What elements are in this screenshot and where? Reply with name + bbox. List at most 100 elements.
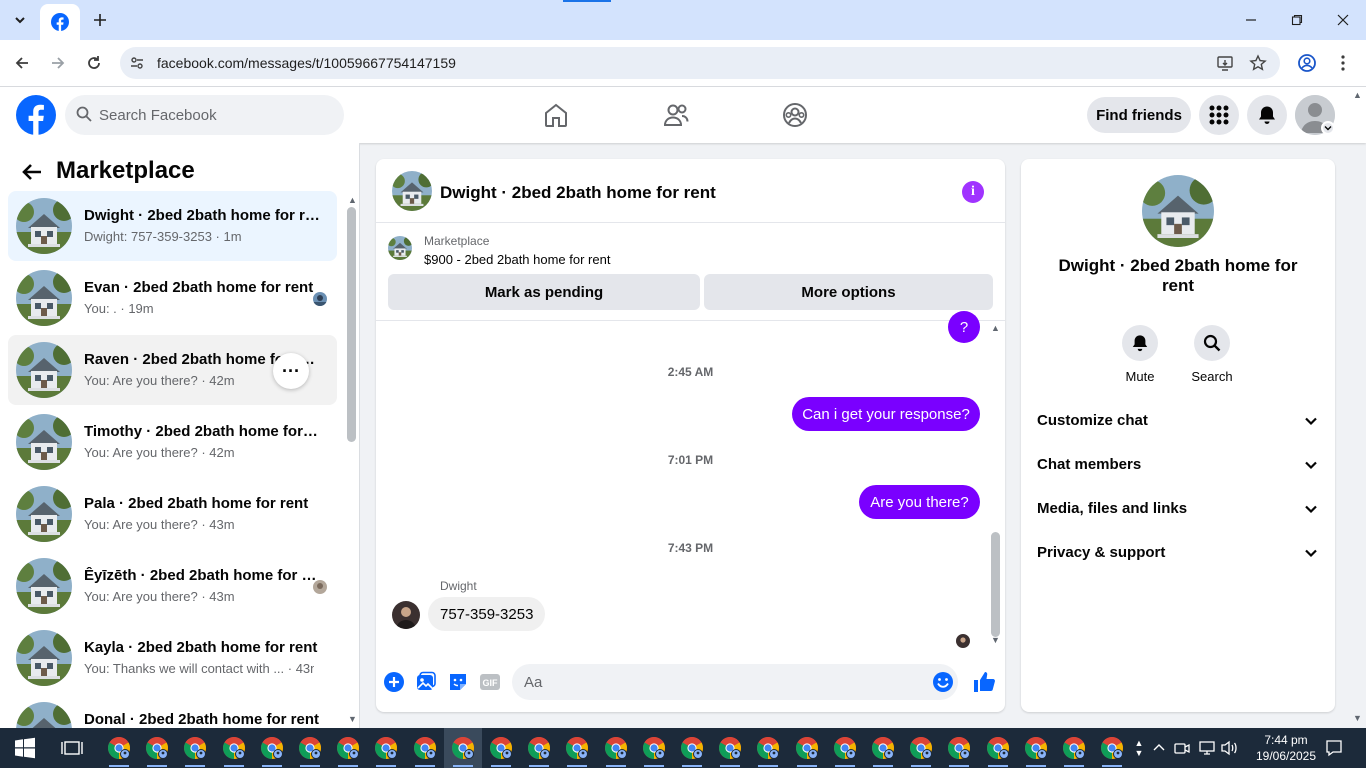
photo-icon[interactable] [415,671,437,693]
message-scrollbar[interactable] [991,532,1000,637]
taskbar-chrome-window-icon[interactable] [406,728,444,768]
scroll-down-arrow-icon[interactable]: ▼ [991,635,1000,645]
task-view-icon[interactable] [60,736,84,760]
facebook-logo-icon[interactable] [16,95,56,135]
taskbar-chrome-window-icon[interactable] [979,728,1017,768]
conversation-item[interactable]: Dwight · 2bed 2bath home for rent Dwight… [8,191,337,261]
plus-circle-icon[interactable] [383,671,405,693]
search-input[interactable] [99,95,334,135]
taskbar-chrome-window-icon[interactable] [558,728,596,768]
listing-avatar-large[interactable] [1142,175,1214,247]
taskbar-chrome-window-icon[interactable] [864,728,902,768]
message-input-wrapper[interactable] [512,664,958,700]
url-text[interactable]: facebook.com/messages/t/1005966775414715… [157,55,456,71]
taskbar-chrome-window-icon[interactable] [1017,728,1055,768]
account-chevron-icon[interactable] [1321,121,1335,135]
new-tab-plus-icon[interactable] [88,8,112,32]
listing-thumbnail[interactable] [388,236,412,260]
friends-icon[interactable] [662,101,690,129]
media-files-links-section[interactable]: Media, files and links [1021,487,1335,531]
taskbar-chrome-window-icon[interactable] [673,728,711,768]
gif-icon[interactable]: GIF [479,671,501,693]
outgoing-message[interactable]: ? [948,311,980,343]
meet-now-icon[interactable] [1172,738,1192,758]
conversation-item[interactable]: Timothy · 2bed 2bath home for rent You: … [8,407,337,477]
bookmark-star-icon[interactable] [1247,52,1269,74]
windows-start-icon[interactable] [13,736,37,760]
outgoing-message[interactable]: Are you there? [859,485,980,519]
taskbar-chrome-window-icon[interactable] [597,728,635,768]
install-app-icon[interactable] [1214,52,1236,74]
customize-chat-section[interactable]: Customize chat [1021,399,1335,443]
incoming-message[interactable]: 757-359-3253 [428,597,546,631]
taskbar-chrome-window-icon[interactable] [902,728,940,768]
sender-avatar[interactable] [392,601,420,629]
taskbar-chrome-window-icon[interactable] [749,728,787,768]
emoji-icon[interactable] [932,671,954,693]
info-icon[interactable]: i [962,181,984,203]
taskbar-chrome-window-icon[interactable] [215,728,253,768]
chat-avatar[interactable] [392,171,432,211]
notifications-button[interactable] [1247,95,1287,135]
taskbar-chrome-window-icon[interactable] [1055,728,1093,768]
taskbar-chrome-window-icon[interactable] [635,728,673,768]
network-icon[interactable] [1197,738,1217,758]
scroll-up-arrow-icon[interactable]: ▲ [991,323,1000,333]
forward-arrow-icon[interactable] [45,50,71,76]
conversation-item[interactable]: Pala · 2bed 2bath home for rent You: Are… [8,479,337,549]
find-friends-button[interactable]: Find friends [1087,97,1191,133]
taskbar-chrome-window-icon[interactable] [482,728,520,768]
notification-center-icon[interactable] [1323,738,1345,758]
scroll-up-arrow-icon[interactable]: ▲ [348,195,357,205]
back-arrow-icon[interactable] [9,50,35,76]
chat-title[interactable]: Dwight · 2bed 2bath home for rent [440,183,716,203]
search-in-chat-button[interactable]: Search [1182,325,1242,384]
page-scroll-up-arrow-icon[interactable]: ▲ [1353,90,1362,100]
taskbar-chrome-window-icon[interactable] [940,728,978,768]
restore-icon[interactable] [1283,6,1311,34]
menu-grid-button[interactable] [1199,95,1239,135]
taskbar-chrome-window-icon[interactable] [138,728,176,768]
facebook-search[interactable] [65,95,344,135]
home-icon[interactable] [542,101,570,129]
show-hidden-icons-chevron-icon[interactable] [1149,738,1169,758]
chat-members-section[interactable]: Chat members [1021,443,1335,487]
taskbar-chrome-window-icon[interactable] [253,728,291,768]
taskbar-chrome-window-icon[interactable] [711,728,749,768]
browser-menu-icon[interactable] [1330,50,1356,76]
taskbar-chrome-window-icon[interactable] [329,728,367,768]
privacy-support-section[interactable]: Privacy & support [1021,531,1335,575]
taskbar-chrome-window-icon[interactable] [176,728,214,768]
listing-price-title[interactable]: $900 - 2bed 2bath home for rent [424,252,610,267]
minimize-icon[interactable] [1237,6,1265,34]
taskbar-chrome-window-icon[interactable] [443,728,482,768]
conversation-item[interactable]: Êyīzēth · 2bed 2bath home for rent You: … [8,551,337,621]
thumbs-up-icon[interactable] [972,670,996,694]
conversation-more-button[interactable]: ··· [273,353,309,389]
taskbar-chrome-window-icon[interactable] [826,728,864,768]
taskbar-chrome-window-icon[interactable] [788,728,826,768]
more-options-button[interactable]: More options [704,274,993,310]
mute-button[interactable]: Mute [1110,325,1170,384]
chat-list-scrollbar[interactable] [347,207,356,442]
outgoing-message[interactable]: Can i get your response? [792,397,980,431]
taskbar-chrome-window-icon[interactable] [291,728,329,768]
scroll-down-arrow-icon[interactable]: ▼ [348,714,357,724]
taskbar-chrome-window-icon[interactable] [520,728,558,768]
close-window-icon[interactable] [1329,6,1357,34]
groups-icon[interactable] [781,101,809,129]
back-arrow-icon[interactable] [20,160,44,184]
site-settings-icon[interactable] [126,52,148,74]
message-input[interactable] [524,664,924,700]
conversation-item[interactable]: Evan · 2bed 2bath home for rent You: . ·… [8,263,337,333]
volume-icon[interactable] [1220,738,1240,758]
omnibox[interactable]: facebook.com/messages/t/1005966775414715… [120,47,1280,79]
browser-tab-facebook[interactable] [40,4,80,40]
taskbar-chrome-window-icon[interactable] [1093,728,1131,768]
mark-as-pending-button[interactable]: Mark as pending [388,274,700,310]
taskbar-chrome-window-icon[interactable] [367,728,405,768]
page-scroll-down-arrow-icon[interactable]: ▼ [1353,713,1362,723]
taskbar-scroll-arrows[interactable]: ▲ ▼ [1129,728,1149,768]
taskbar-clock[interactable]: 7:44 pm 19/06/2025 [1250,732,1322,764]
conversation-item[interactable]: Kayla · 2bed 2bath home for rent You: Th… [8,623,337,693]
